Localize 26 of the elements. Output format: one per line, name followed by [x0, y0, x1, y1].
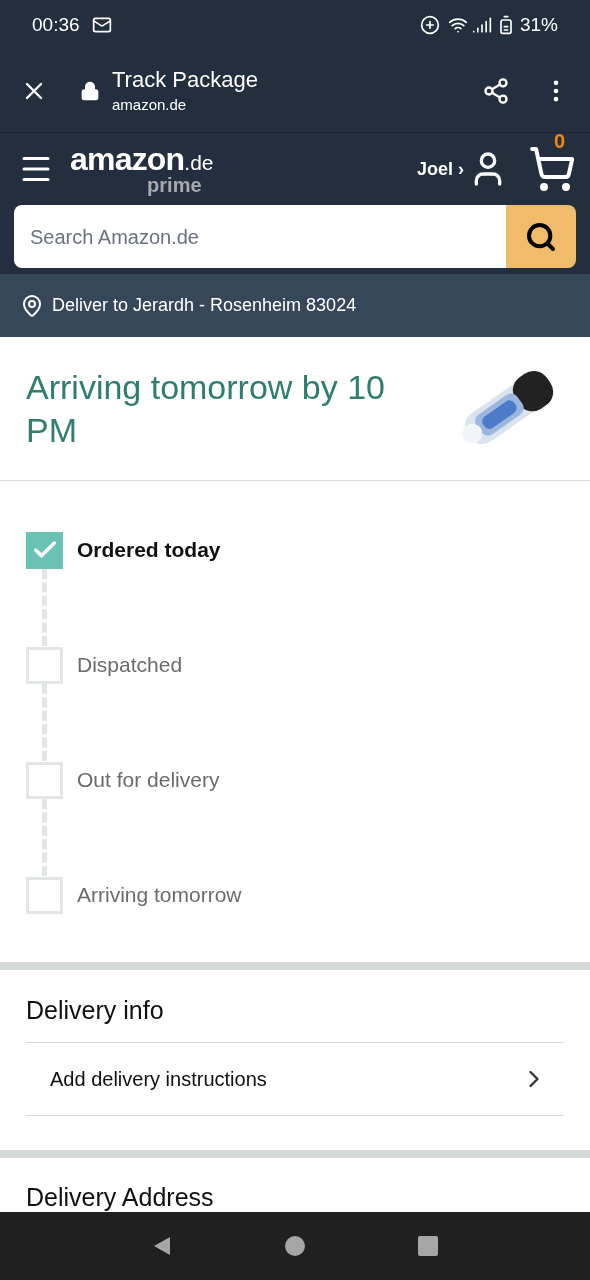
search-field[interactable]: Search Amazon.de: [14, 205, 506, 268]
instructions-row[interactable]: Add delivery instructions: [26, 1041, 564, 1116]
step-label: Arriving tomorrow: [77, 882, 242, 909]
cart-count: 0: [554, 131, 566, 151]
battery-percent: 31%: [519, 12, 558, 37]
step-label: Out for delivery: [77, 767, 220, 794]
arrival-heading: Arriving tomorrow by 10 PM: [26, 366, 386, 451]
status-time: 00:36: [32, 12, 80, 37]
recents-icon[interactable]: [415, 1234, 440, 1258]
page-url: amazon.de: [112, 94, 188, 115]
location-icon: [20, 293, 44, 318]
step-label: Dispatched: [77, 652, 183, 679]
search-icon: [525, 220, 557, 253]
step-label: Ordered today: [77, 537, 221, 564]
wifi-icon: [447, 15, 468, 35]
section-heading: Delivery info: [26, 995, 165, 1026]
lock-icon: [80, 81, 100, 101]
signal-icon: [471, 15, 492, 35]
account-link[interactable]: Joel ›: [417, 155, 464, 183]
page-title: Track Package: [112, 65, 258, 94]
search-button[interactable]: [506, 205, 576, 268]
home-icon[interactable]: [283, 1234, 307, 1258]
section-heading: Delivery Address: [26, 1182, 214, 1212]
amazon-logo[interactable]: amazon.de prime: [70, 143, 214, 195]
share-icon[interactable]: [482, 77, 510, 105]
mail-icon: [91, 15, 112, 35]
